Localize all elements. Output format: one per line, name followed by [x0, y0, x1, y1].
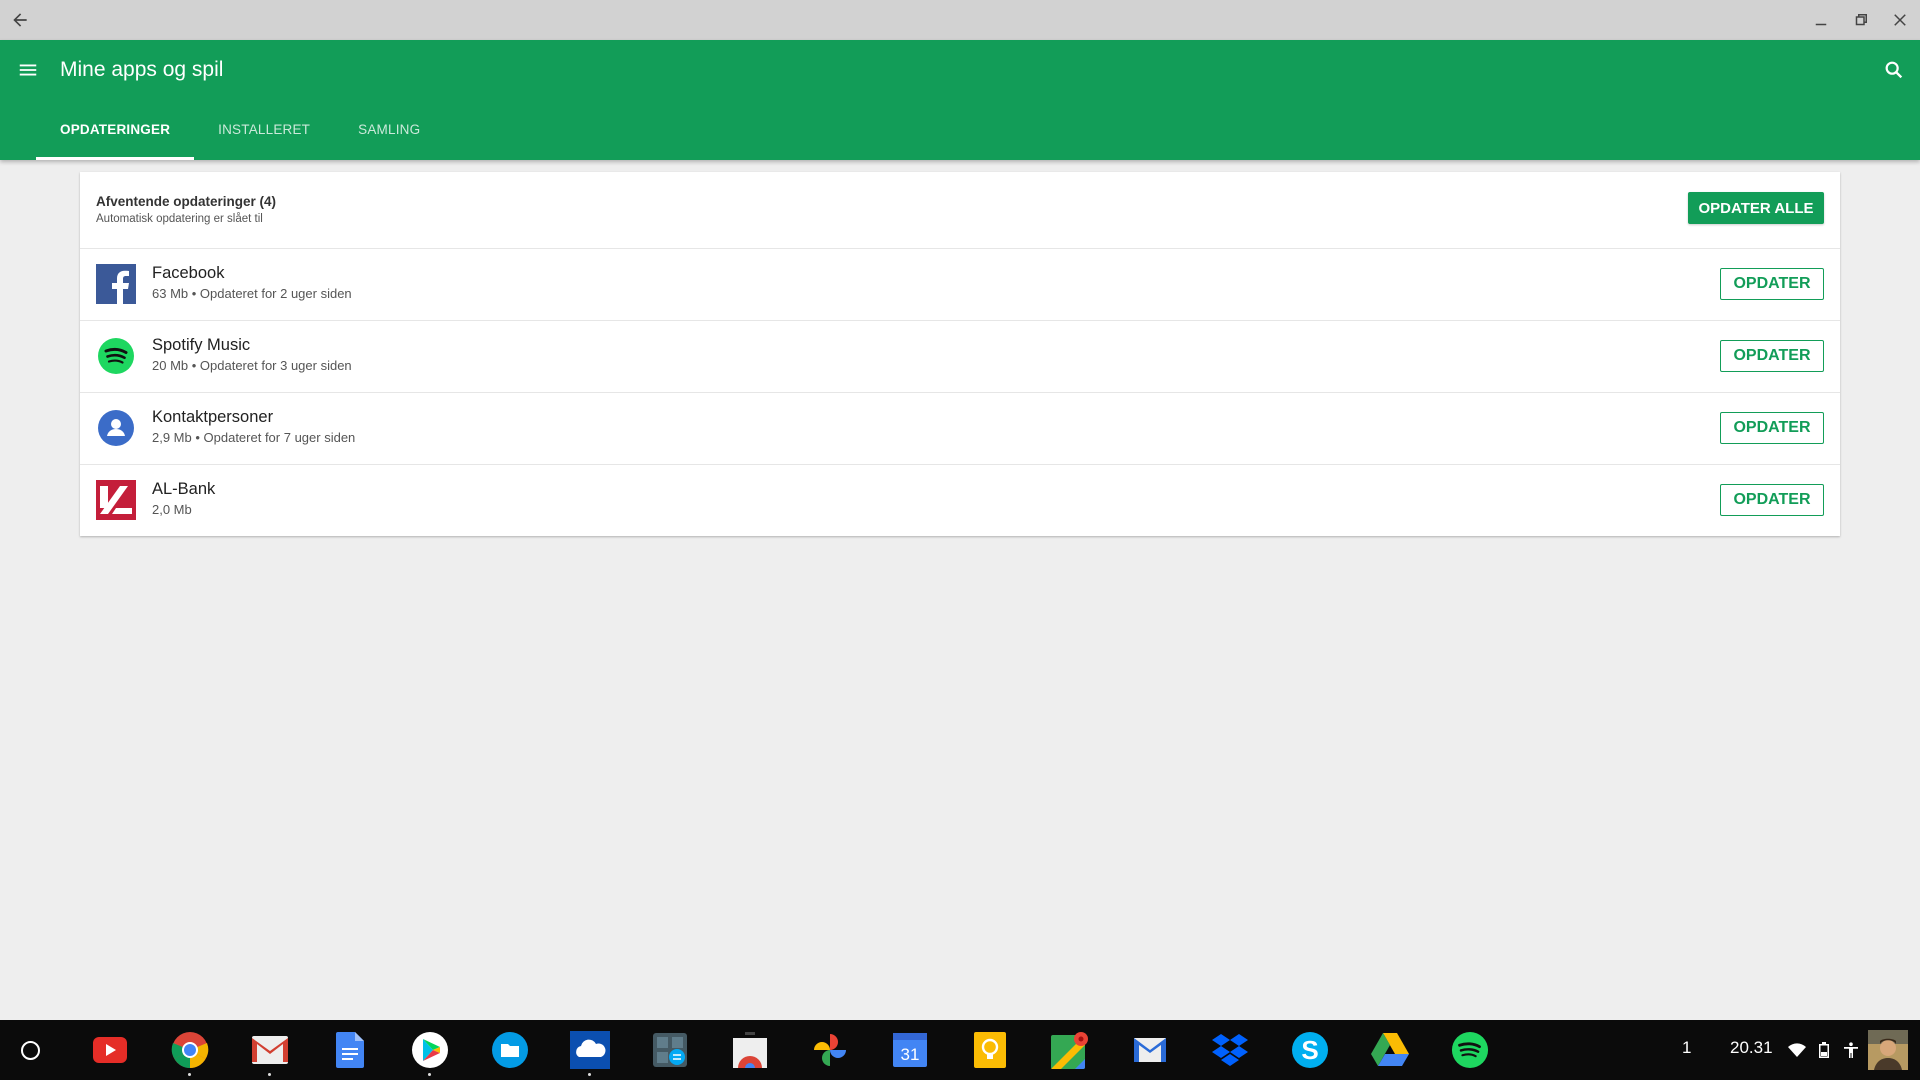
search-icon[interactable]	[1876, 52, 1912, 88]
app-meta: 2,9 Mb • Opdateret for 7 uger siden	[152, 430, 356, 445]
app-row-al-bank[interactable]: AL-Bank 2,0 Mb OPDATER	[80, 464, 1840, 536]
skype-icon[interactable]: S	[1290, 1030, 1330, 1070]
inbox-icon[interactable]	[1130, 1030, 1170, 1070]
app-row-facebook[interactable]: Facebook 63 Mb • Opdateret for 2 uger si…	[80, 248, 1840, 321]
youtube-icon[interactable]	[90, 1030, 130, 1070]
drive-icon[interactable]	[1370, 1030, 1410, 1070]
shelf: 31 S 1 20.31	[0, 1020, 1920, 1080]
app-name: Kontaktpersoner	[152, 408, 274, 426]
keep-icon[interactable]	[970, 1030, 1010, 1070]
dropbox-icon[interactable]	[1210, 1030, 1250, 1070]
play-store-icon[interactable]	[410, 1030, 450, 1076]
tab-bar: OPDATERINGER INSTALLERET SAMLING	[36, 120, 444, 160]
facebook-icon	[96, 264, 136, 304]
tab-installed[interactable]: INSTALLERET	[194, 120, 334, 160]
avatar[interactable]	[1868, 1030, 1908, 1070]
tab-library[interactable]: SAMLING	[334, 120, 444, 160]
auto-update-status: Automatisk opdatering er slået til	[96, 213, 263, 225]
spotify-shelf-icon[interactable]	[1450, 1030, 1490, 1070]
restore-icon[interactable]	[1841, 0, 1881, 40]
clock[interactable]: 20.31	[1730, 1038, 1773, 1058]
onedrive-icon[interactable]	[570, 1030, 610, 1076]
chrome-icon[interactable]	[170, 1030, 210, 1076]
app-meta: 63 Mb • Opdateret for 2 uger siden	[152, 286, 352, 301]
window-title-bar	[0, 0, 1920, 40]
back-icon[interactable]	[0, 0, 40, 40]
battery-icon[interactable]	[1814, 1040, 1834, 1060]
update-button-facebook[interactable]: OPDATER	[1720, 268, 1824, 300]
gmail-icon[interactable]	[250, 1030, 290, 1076]
app-bar: Mine apps og spil OPDATERINGER INSTALLER…	[0, 40, 1920, 160]
calendar-day-label: 31	[901, 1045, 920, 1064]
svg-text:S: S	[1301, 1035, 1318, 1065]
spotify-icon	[96, 336, 136, 376]
launcher-icon[interactable]	[10, 1030, 50, 1070]
app-name: Spotify Music	[152, 336, 251, 354]
al-bank-icon	[96, 480, 136, 520]
minimize-icon[interactable]	[1801, 0, 1841, 40]
pending-updates-title: Afventende opdateringer (4)	[96, 194, 277, 209]
updates-card: Afventende opdateringer (4) Automatisk o…	[80, 172, 1840, 536]
update-button-spotify[interactable]: OPDATER	[1720, 340, 1824, 372]
docs-icon[interactable]	[330, 1030, 370, 1070]
contacts-icon	[96, 408, 136, 448]
menu-icon[interactable]	[10, 52, 46, 88]
app-meta: 2,0 Mb	[152, 502, 192, 517]
page-title: Mine apps og spil	[60, 58, 224, 81]
close-icon[interactable]	[1880, 0, 1920, 40]
update-button-al-bank[interactable]: OPDATER	[1720, 484, 1824, 516]
update-button-contacts[interactable]: OPDATER	[1720, 412, 1824, 444]
calculator-icon[interactable]	[650, 1030, 690, 1070]
update-all-button[interactable]: OPDATER ALLE	[1688, 192, 1824, 224]
app-row-spotify[interactable]: Spotify Music 20 Mb • Opdateret for 3 ug…	[80, 320, 1840, 393]
files-icon[interactable]	[490, 1030, 530, 1070]
calendar-icon[interactable]: 31	[890, 1030, 930, 1070]
tab-updates[interactable]: OPDATERINGER	[36, 120, 195, 160]
photos-icon[interactable]	[810, 1030, 850, 1070]
notification-count[interactable]: 1	[1682, 1038, 1691, 1058]
accessibility-icon[interactable]	[1841, 1040, 1861, 1060]
app-name: Facebook	[152, 264, 225, 282]
app-row-contacts[interactable]: Kontaktpersoner 2,9 Mb • Opdateret for 7…	[80, 392, 1840, 465]
web-store-icon[interactable]	[730, 1030, 770, 1070]
app-meta: 20 Mb • Opdateret for 3 uger siden	[152, 358, 352, 373]
app-name: AL-Bank	[152, 480, 216, 498]
updates-header: Afventende opdateringer (4) Automatisk o…	[80, 172, 1840, 249]
wifi-icon[interactable]	[1787, 1040, 1807, 1060]
maps-icon[interactable]	[1050, 1030, 1090, 1070]
